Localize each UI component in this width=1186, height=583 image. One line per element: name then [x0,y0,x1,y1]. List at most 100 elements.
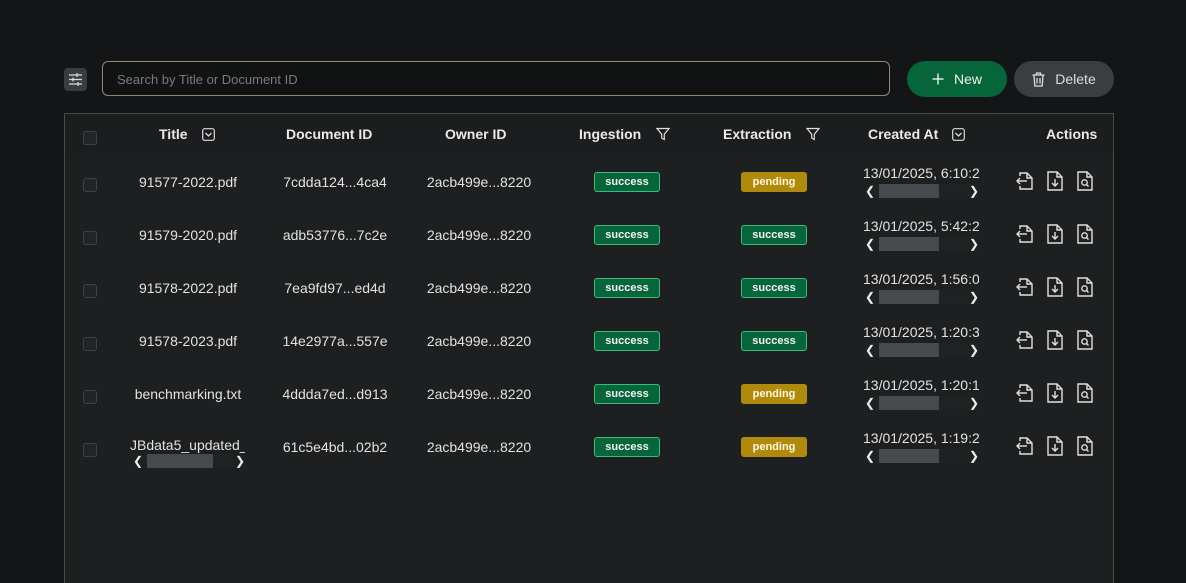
row-title: 91578-2023.pdf [138,333,238,349]
table-row[interactable]: 91578-2022.pdf 7ea9fd97...ed4d 2acb499e...… [65,261,1113,314]
settings-button[interactable] [64,68,87,91]
row-title: JBdata5_updated_ [130,437,245,453]
scroll-right-icon[interactable]: ❯ [969,449,979,463]
row-title: 91577-2022.pdf [138,174,238,190]
table-header: Title Document ID Owner ID Ingestion Ext… [65,114,1113,154]
column-header-actions: Actions [1046,126,1098,142]
file-download-icon[interactable] [1046,171,1064,191]
filter-icon[interactable] [806,127,821,141]
row-actions [1016,330,1094,350]
scroll-right-icon[interactable]: ❯ [969,396,979,410]
scroll-left-icon[interactable]: ❮ [865,184,875,198]
row-checkbox[interactable] [83,443,97,457]
column-header-title[interactable]: Title [159,114,215,154]
scroll-right-icon[interactable]: ❯ [969,343,979,357]
created-at-scrollbar[interactable]: ❮ ❯ [865,396,979,410]
row-actions [1016,171,1094,191]
trash-icon [1032,71,1045,87]
file-download-icon[interactable] [1046,277,1064,297]
row-checkbox[interactable] [83,337,97,351]
scrollbar-thumb[interactable] [879,184,939,198]
scroll-right-icon[interactable]: ❯ [969,184,979,198]
filter-icon[interactable] [656,127,671,141]
file-search-icon[interactable] [1076,330,1094,350]
scrollbar-thumb[interactable] [147,454,213,468]
scroll-left-icon[interactable]: ❮ [865,343,875,357]
file-export-icon[interactable] [1016,383,1034,403]
file-export-icon[interactable] [1016,224,1034,244]
sort-dropdown-icon[interactable] [952,127,966,141]
created-at-scrollbar[interactable]: ❮ ❯ [865,184,979,198]
file-search-icon[interactable] [1076,277,1094,297]
delete-button[interactable]: Delete [1014,61,1114,97]
new-button-label: New [953,71,982,87]
scrollbar-thumb[interactable] [879,290,939,304]
row-document-id: adb53776...7c2e [282,227,388,243]
created-at-scrollbar[interactable]: ❮ ❯ [865,343,979,357]
row-checkbox[interactable] [83,178,97,192]
sort-dropdown-icon[interactable] [201,127,215,141]
ingestion-status-badge: success [594,384,660,404]
scrollbar-thumb[interactable] [879,237,939,251]
table-row[interactable]: JBdata5_updated_ ❮ ❯ 61c5e4bd...02b2 2acb499… [65,420,1113,473]
file-search-icon[interactable] [1076,171,1094,191]
file-download-icon[interactable] [1046,330,1064,350]
ingestion-status-badge: success [594,225,660,245]
created-at-scrollbar[interactable]: ❮ ❯ [865,237,979,251]
file-download-icon[interactable] [1046,436,1064,456]
ingestion-status-badge: success [594,437,660,457]
table-row[interactable]: benchmarking.txt 4ddda7ed...d913 2acb499e.… [65,367,1113,420]
column-header-ingestion[interactable]: Ingestion [579,114,671,154]
scroll-left-icon[interactable]: ❮ [865,290,875,304]
file-search-icon[interactable] [1076,224,1094,244]
row-created-at: 13/01/2025, 1:20:1 [863,377,979,393]
row-owner-id: 2acb499e...8220 [426,174,532,190]
scrollbar-thumb[interactable] [879,343,939,357]
table-row[interactable]: 91579-2020.pdf adb53776...7c2e 2acb499e...… [65,208,1113,261]
table-row[interactable]: 91578-2023.pdf 14e2977a...557e 2acb499e...… [65,314,1113,367]
row-owner-id: 2acb499e...8220 [426,439,532,455]
file-download-icon[interactable] [1046,383,1064,403]
row-checkbox[interactable] [83,390,97,404]
row-created-at: 13/01/2025, 1:20:3 [863,324,979,340]
file-search-icon[interactable] [1076,436,1094,456]
scroll-right-icon[interactable]: ❯ [969,237,979,251]
file-search-icon[interactable] [1076,383,1094,403]
file-export-icon[interactable] [1016,330,1034,350]
select-all-checkbox[interactable] [83,131,97,145]
row-owner-id: 2acb499e...8220 [426,386,532,402]
row-actions [1016,383,1094,403]
search-box[interactable] [102,61,890,97]
row-document-id: 4ddda7ed...d913 [282,386,388,402]
row-created-at: 13/01/2025, 1:19:2 [863,430,979,446]
column-header-created-at[interactable]: Created At [868,114,966,154]
scroll-right-icon[interactable]: ❯ [969,290,979,304]
scroll-left-icon[interactable]: ❮ [133,454,143,468]
file-export-icon[interactable] [1016,171,1034,191]
file-export-icon[interactable] [1016,436,1034,456]
extraction-status-badge: pending [741,384,807,404]
scroll-left-icon[interactable]: ❮ [865,396,875,410]
row-created-at: 13/01/2025, 5:42:2 [863,218,979,234]
scrollbar-thumb[interactable] [879,449,939,463]
file-export-icon[interactable] [1016,277,1034,297]
row-title: 91578-2022.pdf [138,280,238,296]
new-button[interactable]: New [907,61,1007,97]
search-input[interactable] [115,62,881,97]
created-at-scrollbar[interactable]: ❮ ❯ [865,290,979,304]
row-checkbox[interactable] [83,284,97,298]
title-scrollbar[interactable]: ❮ ❯ [133,454,245,468]
column-header-extraction[interactable]: Extraction [723,114,821,154]
created-at-scrollbar[interactable]: ❮ ❯ [865,449,979,463]
row-checkbox[interactable] [83,231,97,245]
row-document-id: 7ea9fd97...ed4d [284,280,386,296]
scroll-right-icon[interactable]: ❯ [235,454,245,468]
row-document-id: 61c5e4bd...02b2 [282,439,388,455]
scrollbar-thumb[interactable] [879,396,939,410]
column-header-document-id: Document ID [286,126,373,142]
scroll-left-icon[interactable]: ❮ [865,237,875,251]
scroll-left-icon[interactable]: ❮ [865,449,875,463]
documents-table: Title Document ID Owner ID Ingestion Ext… [64,113,1114,583]
file-download-icon[interactable] [1046,224,1064,244]
table-row[interactable]: 91577-2022.pdf 7cdda124...4ca4 2acb499e...… [65,155,1113,208]
